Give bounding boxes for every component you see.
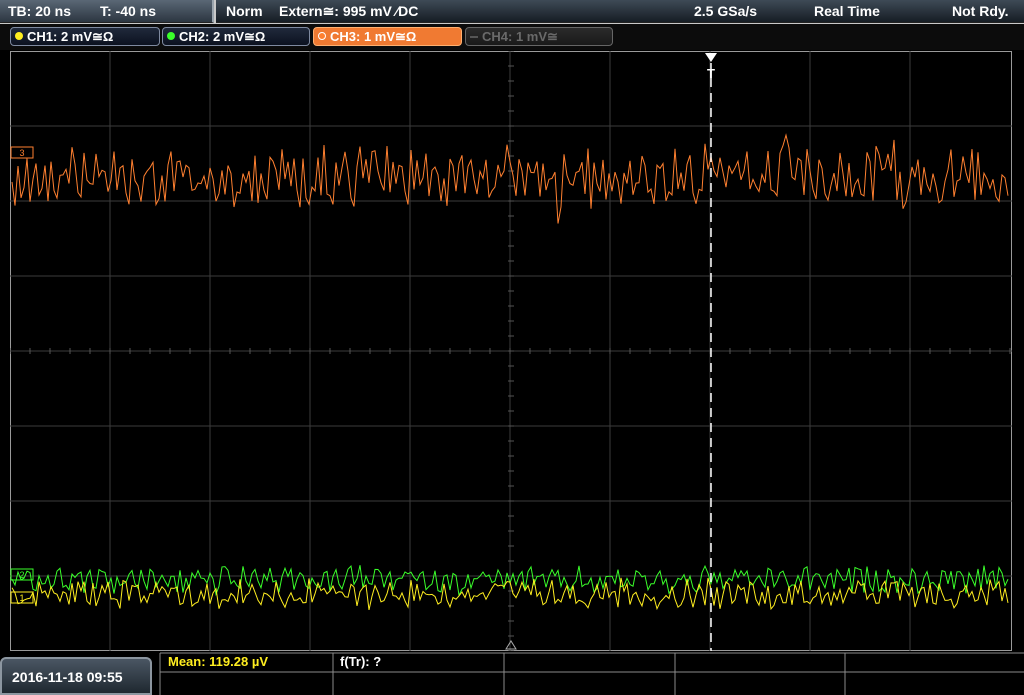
date-time: 2016-11-18 09:55 (12, 669, 123, 685)
channel-label: CH1: 2 mV≅Ω (27, 29, 114, 44)
channel-label: CH4: 1 mV≅ (482, 29, 558, 44)
ch2-dot-icon (167, 32, 175, 40)
channel-tab-ch3[interactable]: CH3: 1 mV≅Ω (313, 27, 462, 46)
ch1-ref-label: 1 (19, 593, 24, 603)
ch4-off-icon (470, 36, 478, 38)
date-panel[interactable]: 2016-11-18 09:55 (0, 657, 152, 695)
channel-bar: CH1: 2 mV≅Ω CH2: 2 mV≅Ω CH3: 1 mV≅Ω CH4:… (0, 24, 1024, 50)
channel-tab-ch1[interactable]: CH1: 2 mV≅Ω (10, 27, 160, 46)
ch3-ref-label: 3 (19, 148, 24, 158)
channel-tab-ch2[interactable]: CH2: 2 mV≅Ω (162, 27, 310, 46)
timebase-panel[interactable]: TB: 20 ns T: -40 ns (0, 0, 214, 23)
waveform-canvas: T 3 2 1 (10, 51, 1012, 651)
ch2-ref-label: 2 (19, 570, 24, 580)
run-status: Not Rdy. (952, 3, 1009, 19)
ch1-dot-icon (15, 32, 23, 40)
mean-measurement[interactable]: Mean: 119.28 µV (168, 654, 268, 669)
status-bar: TB: 20 ns T: -40 ns Norm Extern≅: 995 mV… (0, 0, 1024, 24)
sample-rate: 2.5 GSa/s (694, 3, 758, 19)
trigger-time-readout: T: -40 ns (100, 3, 157, 19)
trigger-source: Extern≅: 995 mV ∕DC (279, 3, 419, 19)
channel-tab-ch4[interactable]: CH4: 1 mV≅ (465, 27, 613, 46)
footer-bar: Mean: 119.28 µV f(Tr): ? 2016-11-18 09:5… (0, 652, 1024, 695)
channel-label: CH2: 2 mV≅Ω (179, 29, 266, 44)
trigger-mode: Norm (226, 3, 263, 19)
waveform-display[interactable]: T 3 2 1 (10, 51, 1012, 651)
measurement-grid (159, 652, 1024, 695)
trigger-label: T (707, 66, 715, 81)
timebase-readout: TB: 20 ns (8, 3, 72, 19)
channel-label: CH3: 1 mV≅Ω (330, 29, 417, 44)
acquisition-panel[interactable]: Norm Extern≅: 995 mV ∕DC 2.5 GSa/s Real … (216, 0, 1024, 23)
ch3-dot-icon (318, 32, 326, 40)
frequency-measurement[interactable]: f(Tr): ? (340, 654, 381, 669)
acquisition-mode: Real Time (814, 3, 880, 19)
